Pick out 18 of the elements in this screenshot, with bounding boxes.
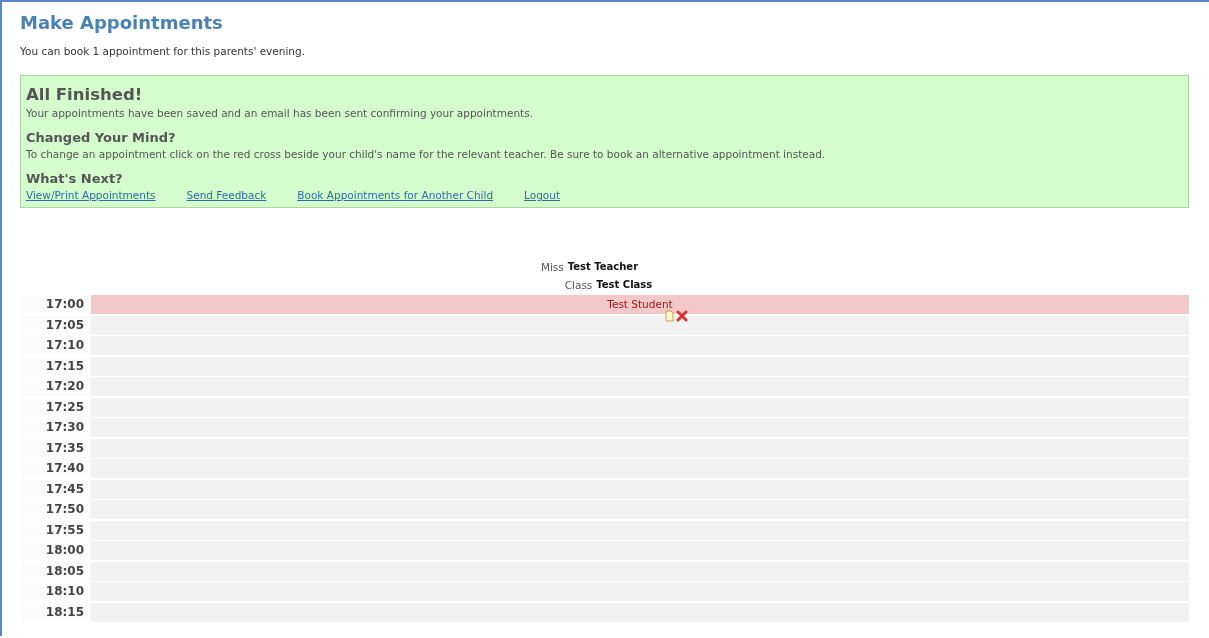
- student-name: Test Student: [607, 297, 673, 312]
- action-link[interactable]: View/Print Appointments: [26, 189, 156, 201]
- section-heading: What's Next?: [26, 171, 124, 186]
- delete-icon[interactable]: [676, 310, 688, 322]
- booked-slot[interactable]: Test Student: [91, 295, 1189, 314]
- notice-message: Your appointments have been saved and an email has been sent confirming your appointments.: [26, 107, 534, 119]
- teacher-name: Test Teacher: [567, 260, 639, 274]
- action-link[interactable]: Send Feedback: [186, 189, 267, 201]
- section-heading: Changed Your Mind?: [26, 130, 177, 145]
- intro-text: You can book 1 appointment for this parents' evening.: [20, 45, 306, 57]
- notice-heading: All Finished!: [26, 85, 144, 104]
- class-name: Test Class: [596, 278, 653, 292]
- class-label: Class: [564, 278, 593, 293]
- action-link[interactable]: Book Appointments for Another Child: [297, 189, 494, 201]
- action-link[interactable]: Logout: [524, 189, 561, 201]
- page-title: Make Appointments: [20, 12, 224, 33]
- section-text: To change an appointment click on the red cross beside your child's name for the relevant teacher. Be sure to book an alternative appointment instead.: [26, 148, 827, 160]
- teacher-title: Miss: [540, 260, 564, 275]
